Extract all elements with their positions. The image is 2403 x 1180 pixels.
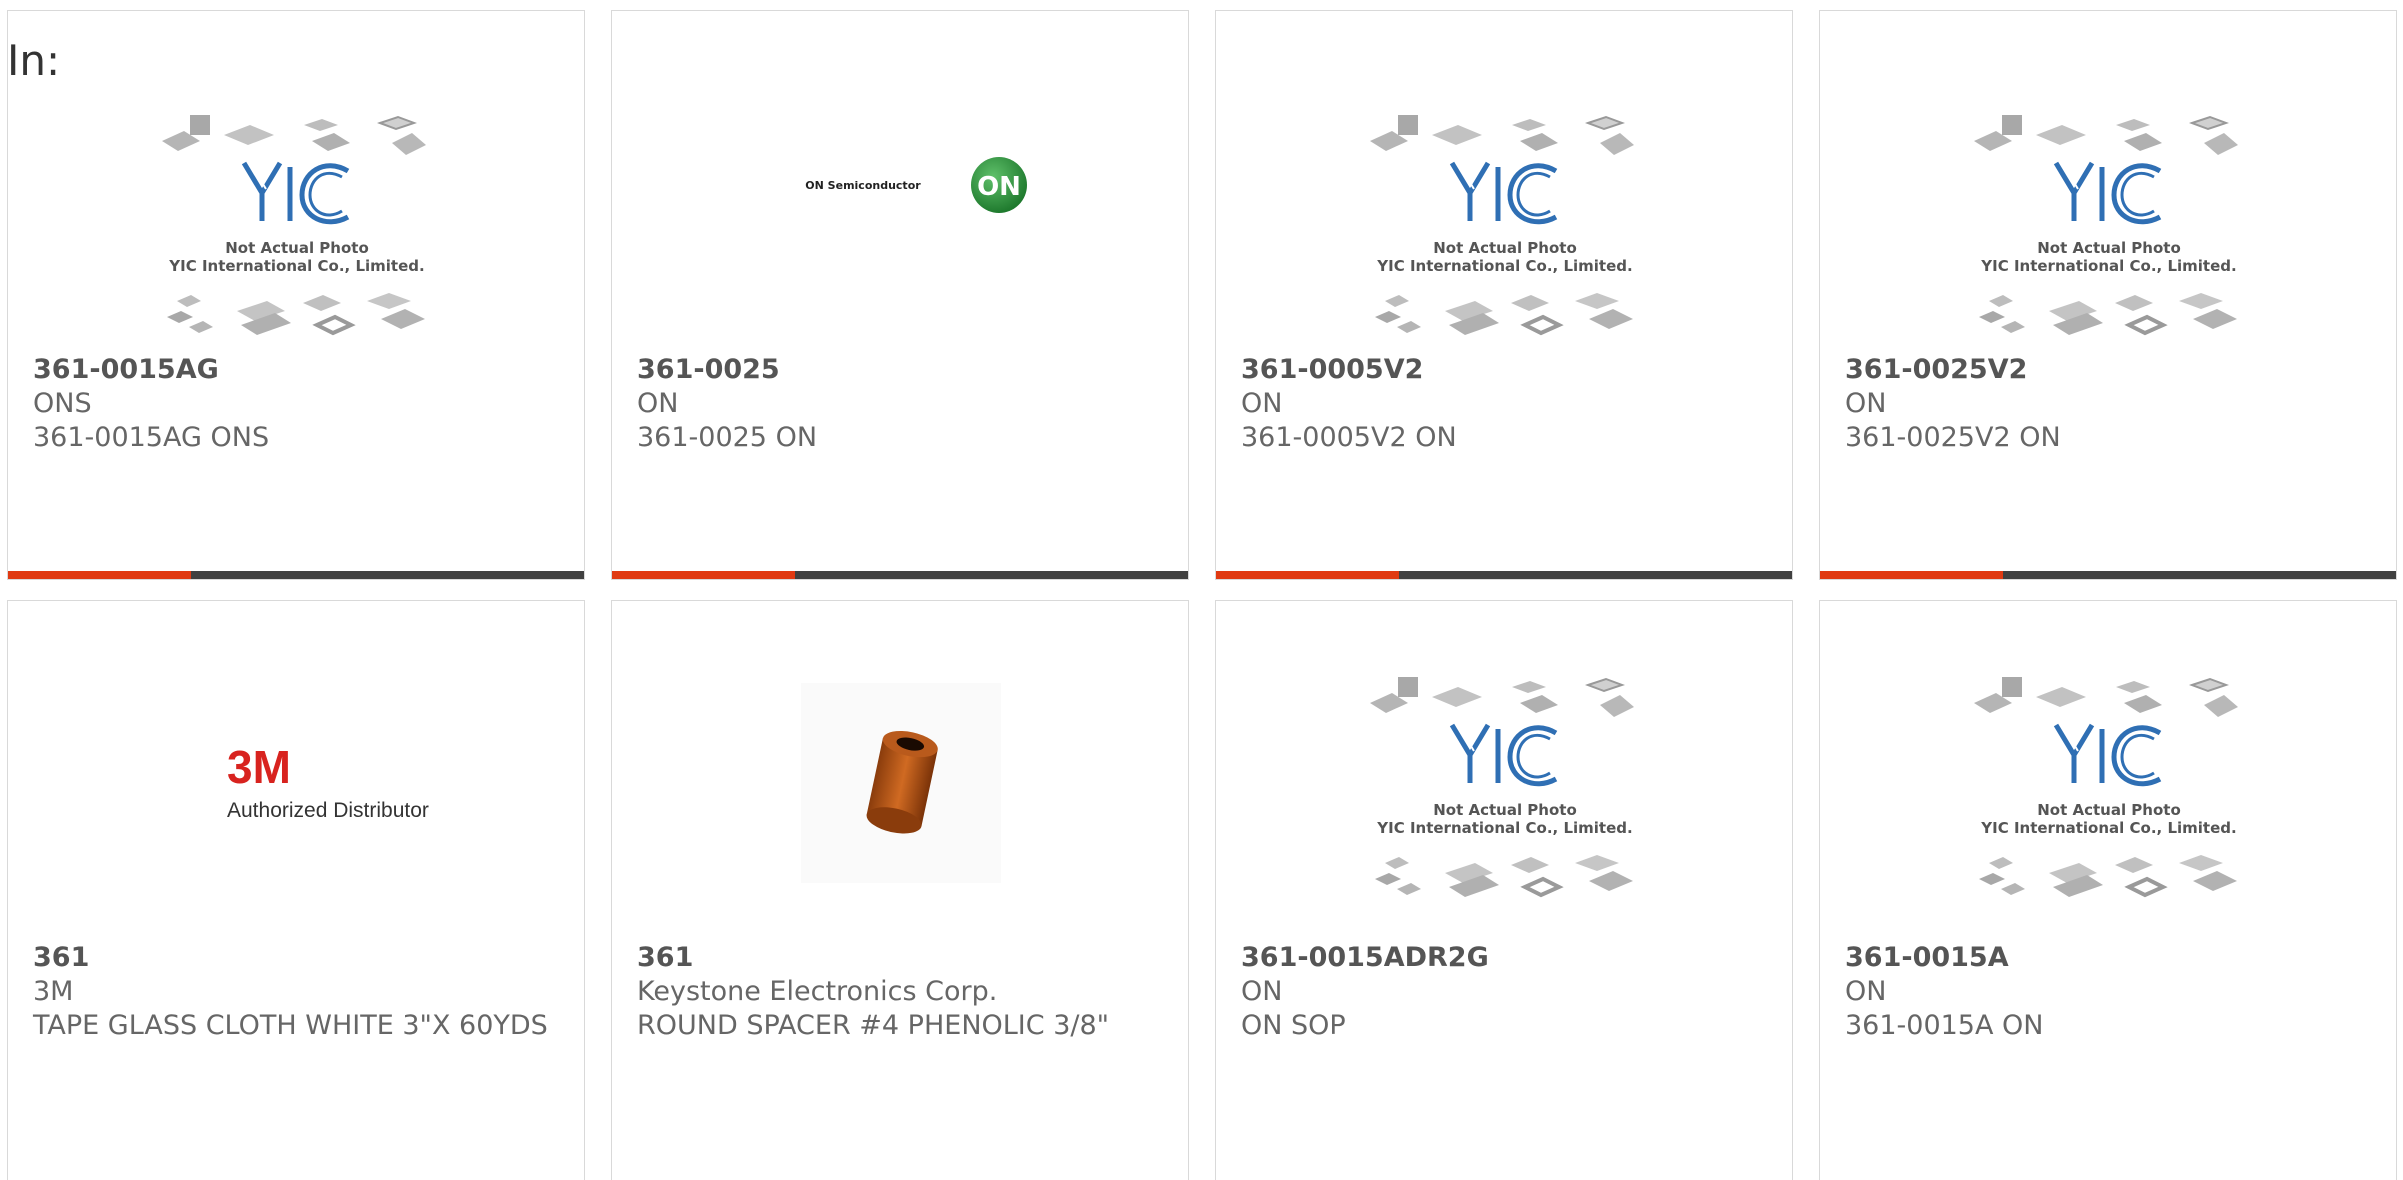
product-image-placeholder: Not Actual Photo YIC International Co., …	[1820, 663, 2398, 913]
svg-text:Not Actual Photo: Not Actual Photo	[1433, 239, 1577, 257]
description: 361-0025V2 ON	[1845, 422, 2061, 453]
manufacturer: ON	[1241, 388, 1283, 419]
part-number[interactable]: 361-0015A	[1845, 941, 2365, 975]
part-number[interactable]: 361-0005V2	[1241, 353, 1761, 387]
product-image-placeholder: Not Actual Photo YIC International Co., …	[1216, 101, 1794, 351]
svg-text:YIC International Co., Limited: YIC International Co., Limited.	[1376, 257, 1632, 275]
part-number[interactable]: 361-0015ADR2G	[1241, 941, 1761, 975]
3m-logo: 3M Authorized Distributor	[8, 663, 586, 913]
card-accent-bar	[612, 571, 1188, 579]
spacer-photo	[612, 663, 1190, 913]
3m-tagline: Authorized Distributor	[227, 799, 429, 822]
svg-text:Not Actual Photo: Not Actual Photo	[2037, 239, 2181, 257]
part-number[interactable]: 361	[33, 941, 553, 975]
manufacturer: ON	[637, 388, 679, 419]
card-accent-bar	[1216, 571, 1792, 579]
manufacturer: ON	[1845, 976, 1887, 1007]
product-card[interactable]: Not Actual Photo YIC International Co., …	[1819, 600, 2397, 1180]
manufacturer: ONS	[33, 388, 92, 419]
filter-label: In:	[7, 36, 61, 85]
description: 361-0015A ON	[1845, 1010, 2044, 1041]
product-card[interactable]: 3M Authorized Distributor 361 3M TAPE GL…	[7, 600, 585, 1180]
svg-text:YIC International Co., Limited: YIC International Co., Limited.	[1980, 819, 2236, 837]
product-card[interactable]: Not Actual Photo YIC International Co., …	[7, 10, 585, 580]
product-card[interactable]: Not Actual Photo YIC International Co., …	[1215, 10, 1793, 580]
card-accent-bar	[8, 571, 584, 579]
product-card[interactable]: ON Semiconductor ON 361-0025 ON 361-0025…	[611, 10, 1189, 580]
part-number[interactable]: 361-0025V2	[1845, 353, 2365, 387]
description: ON SOP	[1241, 1010, 1346, 1041]
manufacturer: ON	[1845, 388, 1887, 419]
manufacturer: ON	[1241, 976, 1283, 1007]
product-card[interactable]: Not Actual Photo YIC International Co., …	[1215, 600, 1793, 1180]
description: ROUND SPACER #4 PHENOLIC 3/8"	[637, 1010, 1110, 1041]
on-wordmark: ON Semiconductor	[805, 179, 921, 192]
svg-text:YIC International Co., Limited: YIC International Co., Limited.	[1980, 257, 2236, 275]
yic-logo-icon	[244, 163, 348, 222]
product-image-placeholder: Not Actual Photo YIC International Co., …	[1216, 663, 1794, 913]
part-number[interactable]: 361	[637, 941, 1157, 975]
3m-mark-icon: 3M	[227, 741, 291, 793]
yic-logo-icon	[2056, 163, 2160, 222]
product-card[interactable]: Not Actual Photo YIC International Co., …	[1819, 10, 2397, 580]
svg-text:YIC International Co., Limited: YIC International Co., Limited.	[1376, 819, 1632, 837]
product-image-placeholder: Not Actual Photo YIC International Co., …	[1820, 101, 2398, 351]
product-card[interactable]: 361 Keystone Electronics Corp. ROUND SPA…	[611, 600, 1189, 1180]
yic-logo-icon	[1452, 725, 1556, 784]
yic-logo-icon	[1452, 163, 1556, 222]
description: 361-0025 ON	[637, 422, 818, 453]
part-number[interactable]: 361-0015AG	[33, 353, 553, 387]
card-accent-bar	[1820, 571, 2396, 579]
description: 361-0015AG ONS	[33, 422, 270, 453]
svg-text:Not Actual Photo: Not Actual Photo	[1433, 801, 1577, 819]
description: 361-0005V2 ON	[1241, 422, 1457, 453]
svg-text:ON: ON	[977, 172, 1021, 202]
manufacturer: Keystone Electronics Corp.	[637, 976, 998, 1007]
manufacturer: 3M	[33, 976, 74, 1007]
yic-logo-icon	[2056, 725, 2160, 784]
placeholder-line1: Not Actual Photo	[225, 239, 369, 257]
product-image-placeholder: Not Actual Photo YIC International Co., …	[8, 101, 586, 351]
on-semiconductor-logo: ON Semiconductor ON	[612, 101, 1190, 351]
description: TAPE GLASS CLOTH WHITE 3"X 60YDS	[33, 1010, 548, 1041]
part-number[interactable]: 361-0025	[637, 353, 1157, 387]
svg-text:Not Actual Photo: Not Actual Photo	[2037, 801, 2181, 819]
placeholder-line2: YIC International Co., Limited.	[168, 257, 424, 275]
